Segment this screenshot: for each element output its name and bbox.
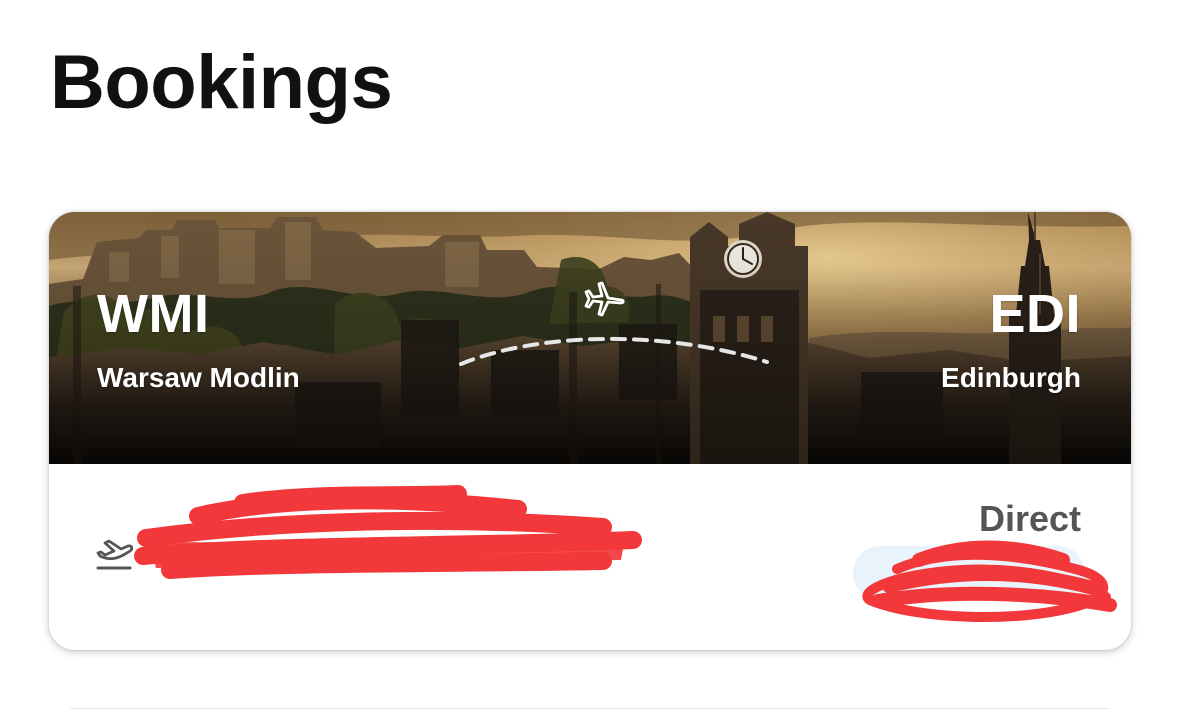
booking-card[interactable]: WMI Warsaw Modlin EDI Edinburgh Direct xyxy=(49,212,1131,650)
airplane-icon xyxy=(584,281,625,317)
bookings-screen: Bookings WMI Warsaw Modlin EDI Edinburgh… xyxy=(0,0,1179,712)
redacted-flight-info xyxy=(134,485,642,579)
destination-airport-name: Edinburgh xyxy=(941,362,1081,393)
flight-stop-status: Direct xyxy=(978,498,1081,539)
flight-route-line xyxy=(459,336,769,366)
next-card-edge xyxy=(70,708,1110,709)
origin-airport-name: Warsaw Modlin xyxy=(97,362,300,393)
booking-details: Direct xyxy=(49,464,1131,650)
destination-hero-image: WMI Warsaw Modlin EDI Edinburgh xyxy=(49,212,1131,464)
destination-airport-code: EDI xyxy=(989,284,1081,344)
origin-airport-code: WMI xyxy=(97,284,210,344)
redacted-date-info xyxy=(862,540,1117,622)
page-title: Bookings xyxy=(50,40,393,125)
